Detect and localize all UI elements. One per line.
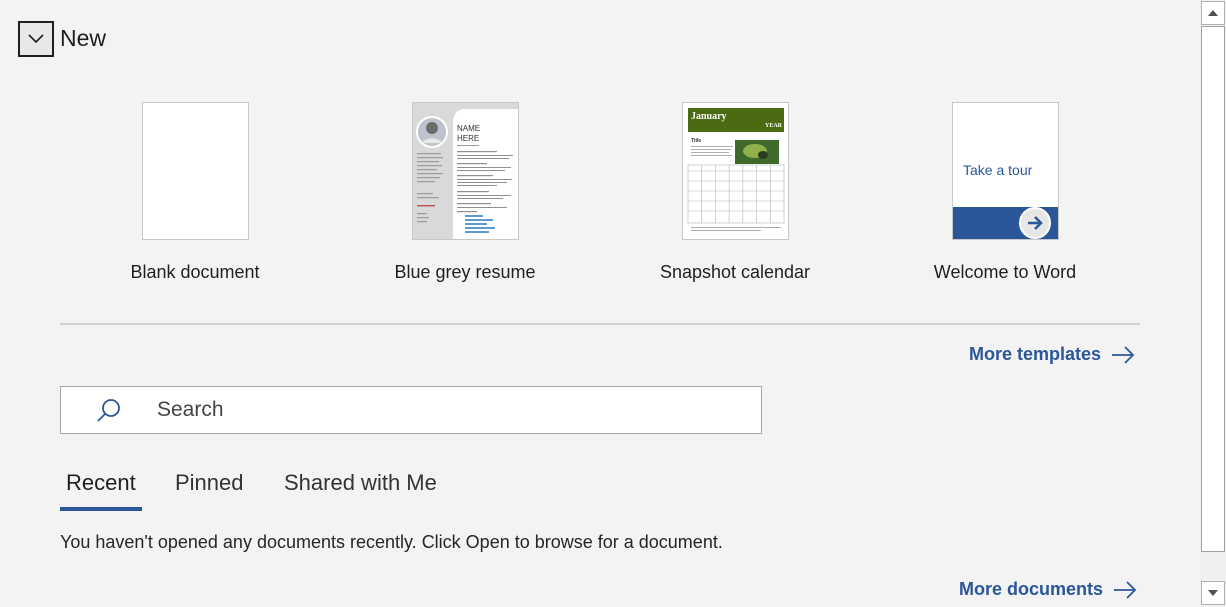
template-gallery: Blank document NAME HERE Blue grey resum…: [60, 102, 1140, 292]
recent-empty-message: You haven't opened any documents recentl…: [60, 532, 723, 552]
scroll-down-button[interactable]: [1201, 581, 1225, 605]
resume-preview-graphic: NAME HERE: [412, 103, 518, 239]
more-documents-label: More documents: [959, 579, 1104, 599]
search-icon: [61, 397, 157, 423]
template-welcome-to-word[interactable]: Take a tour Welcome to Word: [870, 102, 1140, 283]
chevron-down-icon: [28, 34, 44, 44]
calendar-title-text: Title: [691, 138, 701, 144]
tab-pinned[interactable]: Pinned: [169, 470, 250, 496]
arrow-right-icon: [1112, 345, 1135, 364]
calendar-thumbnail: January YEAR Title: [681, 102, 789, 240]
scrollbar-thumb[interactable]: [1201, 26, 1225, 552]
calendar-month-text: January: [691, 111, 727, 122]
calendar-year-text: YEAR: [765, 123, 783, 129]
template-label: Snapshot calendar: [659, 262, 811, 282]
triangle-down-icon: [1208, 590, 1218, 596]
template-snapshot-calendar[interactable]: January YEAR Title Snapshot calendar: [600, 102, 870, 283]
resume-name-line2: HERE: [457, 134, 479, 143]
tab-recent[interactable]: Recent: [60, 470, 142, 511]
template-label: Welcome to Word: [933, 262, 1077, 282]
section-title: New: [60, 25, 107, 51]
take-a-tour-text: Take a tour: [963, 162, 1033, 178]
resume-name-line1: NAME: [457, 124, 480, 133]
resume-thumbnail: NAME HERE: [411, 102, 519, 240]
collapse-new-button[interactable]: [18, 21, 54, 57]
search-box[interactable]: [60, 386, 762, 434]
more-templates-link[interactable]: More templates: [969, 344, 1135, 365]
section-divider: [60, 323, 1140, 325]
blank-document-thumbnail: [141, 102, 249, 240]
calendar-preview-graphic: January YEAR Title: [682, 103, 788, 239]
arrow-right-icon: [1114, 580, 1137, 599]
more-templates-label: More templates: [969, 344, 1102, 364]
template-label: Blue grey resume: [394, 262, 536, 282]
tab-shared-with-me[interactable]: Shared with Me: [278, 470, 443, 496]
template-blank-document[interactable]: Blank document: [60, 102, 330, 283]
welcome-thumbnail: Take a tour: [951, 102, 1059, 240]
vertical-scrollbar[interactable]: [1200, 0, 1226, 607]
template-label: Blank document: [130, 262, 260, 282]
search-input[interactable]: [157, 398, 737, 422]
template-blue-grey-resume[interactable]: NAME HERE Blue grey resume: [330, 102, 600, 283]
scroll-up-button[interactable]: [1201, 1, 1225, 25]
more-documents-link[interactable]: More documents: [959, 579, 1137, 600]
welcome-preview-graphic: Take a tour: [952, 103, 1058, 239]
triangle-up-icon: [1208, 10, 1218, 16]
